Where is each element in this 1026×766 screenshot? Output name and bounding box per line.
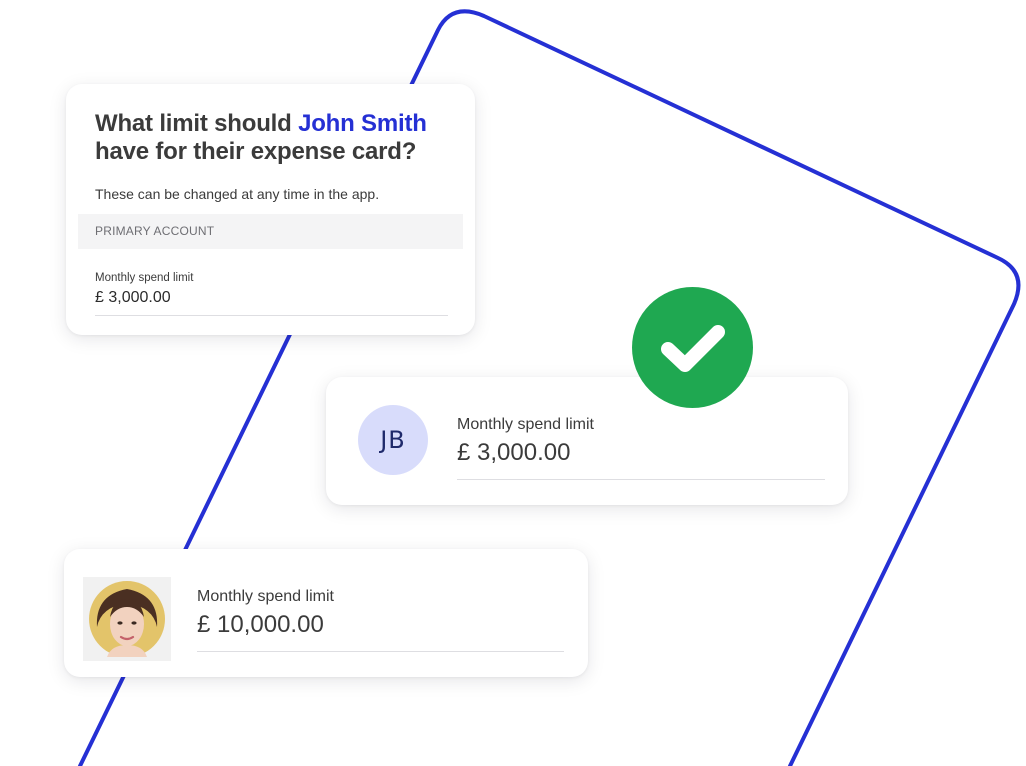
question-title: What limit should John Smith have for the… xyxy=(95,110,427,165)
success-badge xyxy=(632,287,753,408)
initials-avatar: JB xyxy=(358,405,428,475)
photo-limit-card: Monthly spend limit £ 10,000.00 xyxy=(64,549,588,677)
limit-question-card: What limit should John Smith have for the… xyxy=(66,84,475,335)
value-underline xyxy=(197,651,564,652)
input-underline xyxy=(95,315,448,316)
question-subtitle: These can be changed at any time in the … xyxy=(95,186,380,202)
value-underline xyxy=(457,479,825,480)
checkmark-icon xyxy=(661,325,725,372)
spend-limit-value: £ 3,000.00 xyxy=(457,439,571,466)
section-label: PRIMARY ACCOUNT xyxy=(95,224,215,238)
illustration-canvas: What limit should John Smith have for the… xyxy=(0,0,1026,766)
spend-limit-input[interactable]: £ 3,000.00 xyxy=(95,289,171,307)
spend-limit-label: Monthly spend limit xyxy=(457,416,594,433)
section-header: PRIMARY ACCOUNT xyxy=(78,214,463,249)
spend-limit-label: Monthly spend limit xyxy=(95,272,194,284)
person-name: John Smith xyxy=(298,110,427,137)
spend-limit-label: Monthly spend limit xyxy=(197,588,334,605)
spend-limit-value: £ 10,000.00 xyxy=(197,611,324,638)
user-photo-avatar xyxy=(83,577,171,661)
user-photo-icon xyxy=(89,581,165,657)
jb-limit-card: JB Monthly spend limit £ 3,000.00 xyxy=(326,377,848,505)
